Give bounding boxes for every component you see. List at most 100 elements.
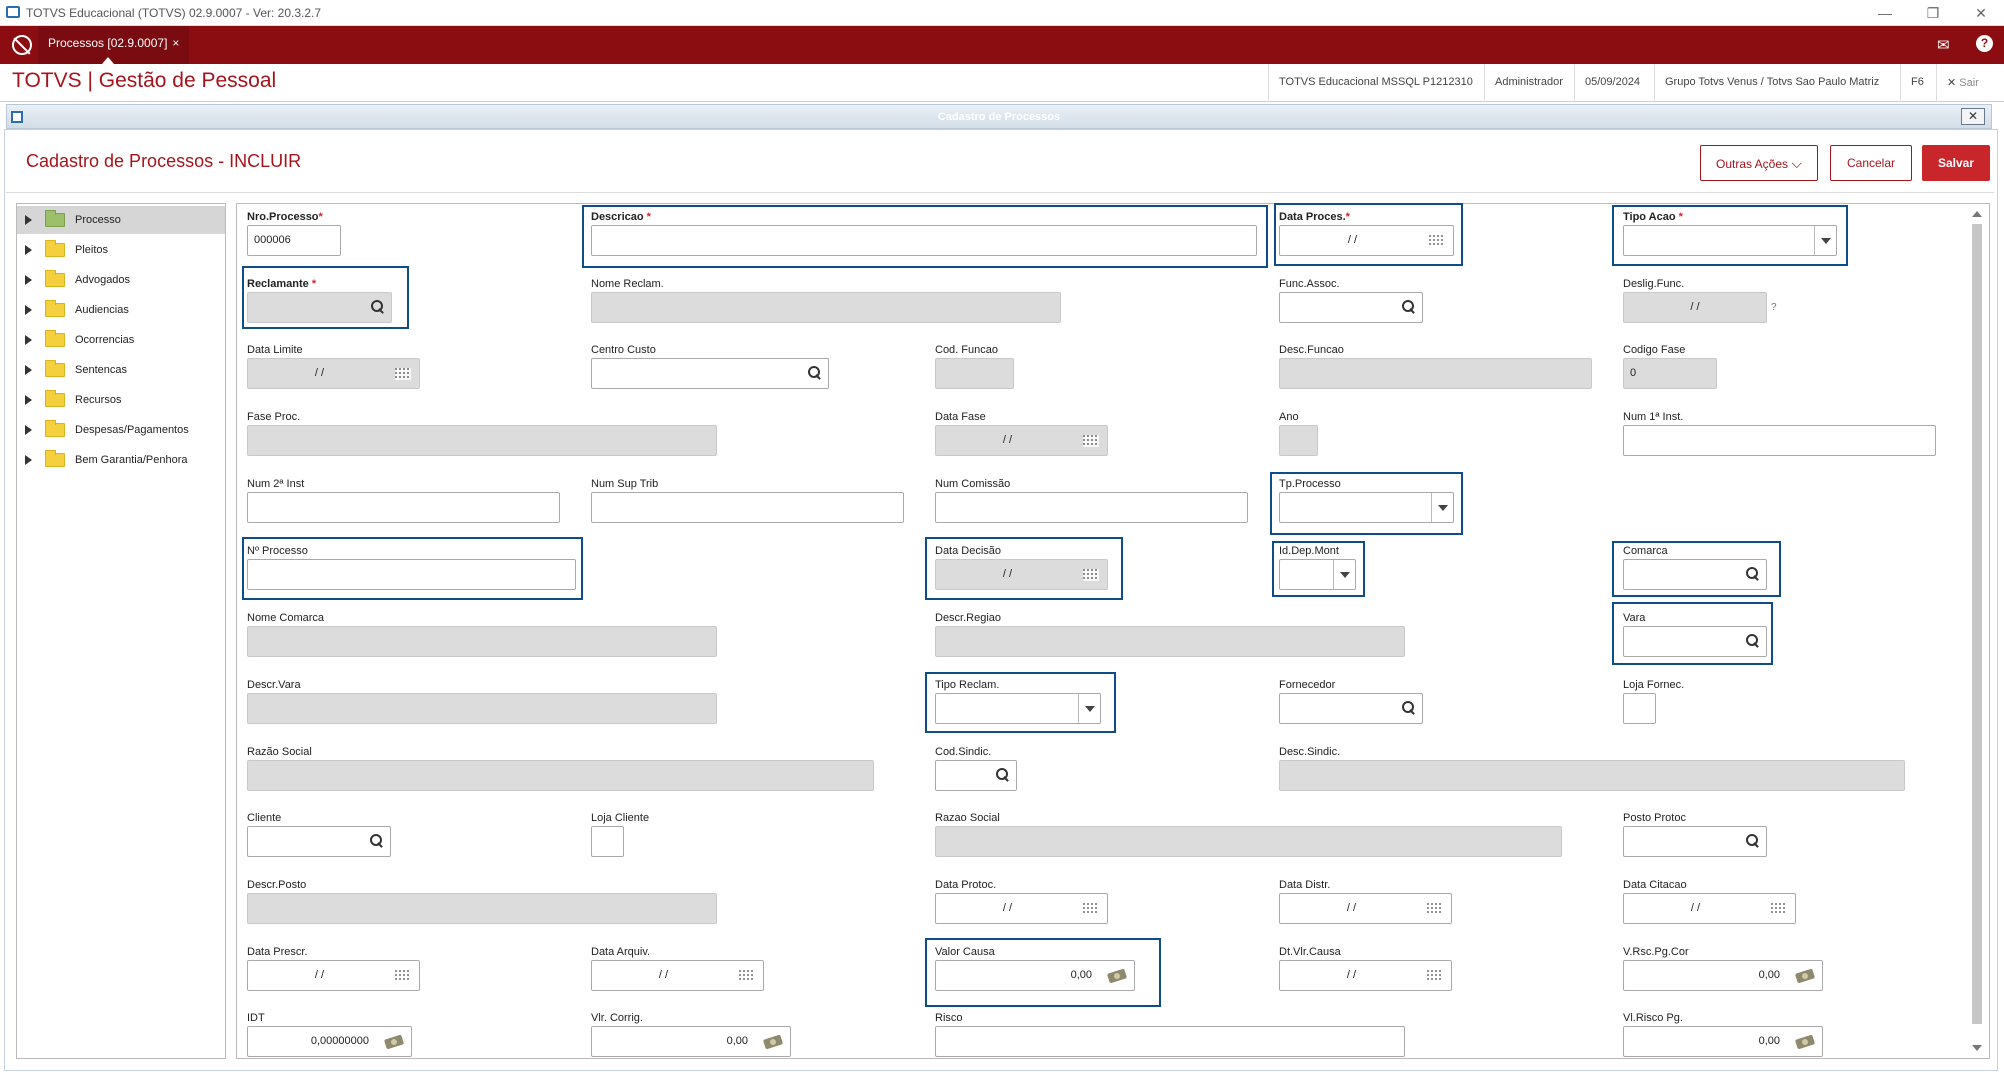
tree-item-ocorrencias[interactable]: Ocorrencias	[17, 326, 225, 354]
money-icon[interactable]	[1794, 968, 1816, 984]
calendar-icon[interactable]	[1083, 435, 1099, 447]
tree-item-bem-garantia[interactable]: Bem Garantia/Penhora	[17, 446, 225, 474]
tree-item-recursos[interactable]: Recursos	[17, 386, 225, 414]
valor-causa-input[interactable]: 0,00	[935, 960, 1135, 991]
expand-arrow-icon[interactable]	[25, 275, 32, 285]
descricao-input[interactable]	[591, 225, 1257, 256]
dropdown-arrow-icon[interactable]	[1078, 694, 1100, 723]
search-icon[interactable]	[1402, 300, 1414, 312]
calendar-icon[interactable]	[395, 368, 411, 380]
search-icon[interactable]	[808, 366, 820, 378]
expand-arrow-icon[interactable]	[25, 365, 32, 375]
money-icon[interactable]	[762, 1034, 784, 1050]
dialog-close-button[interactable]: ✕	[1961, 108, 1985, 125]
calendar-icon[interactable]	[1771, 903, 1787, 915]
expand-arrow-icon[interactable]	[25, 305, 32, 315]
tree-item-processo[interactable]: Processo	[17, 206, 225, 234]
data-distr-input[interactable]: / /	[1279, 893, 1452, 924]
search-icon[interactable]	[1402, 701, 1414, 713]
loja-cliente-input[interactable]	[591, 826, 624, 857]
calendar-icon[interactable]	[1083, 903, 1099, 915]
search-icon[interactable]	[996, 768, 1008, 780]
dropdown-arrow-icon[interactable]	[1431, 493, 1453, 522]
cod-sindic-input[interactable]	[935, 760, 1017, 791]
tree-item-advogados[interactable]: Advogados	[17, 266, 225, 294]
data-limite-input[interactable]: / /	[247, 358, 420, 389]
user-info[interactable]: Administrador	[1484, 64, 1573, 102]
search-icon[interactable]	[370, 834, 382, 846]
search-icon[interactable]	[1746, 834, 1758, 846]
search-icon[interactable]	[1746, 634, 1758, 646]
data-protoc-input[interactable]: / /	[935, 893, 1108, 924]
expand-arrow-icon[interactable]	[25, 215, 32, 225]
posto-protoc-input[interactable]	[1623, 826, 1767, 857]
close-window-button[interactable]: ✕	[1966, 3, 1996, 23]
data-decisao-input[interactable]: / /	[935, 559, 1108, 590]
id-dep-mont-select[interactable]	[1279, 559, 1356, 590]
totvs-logo-icon[interactable]	[12, 35, 32, 55]
idt-input[interactable]: 0,00000000	[247, 1026, 412, 1057]
outras-acoes-button[interactable]: Outras Ações ⌵	[1700, 145, 1818, 181]
tipo-acao-select[interactable]	[1623, 225, 1837, 256]
expand-arrow-icon[interactable]	[25, 245, 32, 255]
data-arquiv-input[interactable]: / /	[591, 960, 764, 991]
exit-button[interactable]: ✕ Sair	[1936, 64, 2004, 102]
num-comissao-input[interactable]	[935, 492, 1248, 523]
scroll-thumb[interactable]	[1972, 224, 1982, 1024]
tree-item-despesas[interactable]: Despesas/Pagamentos	[17, 416, 225, 444]
money-icon[interactable]	[383, 1034, 405, 1050]
v-rsc-pg-cor-input[interactable]: 0,00	[1623, 960, 1823, 991]
tree-item-sentencas[interactable]: Sentencas	[17, 356, 225, 384]
loja-fornec-input[interactable]	[1623, 693, 1656, 724]
help-icon[interactable]: ?	[1976, 35, 1993, 52]
data-prescr-input[interactable]: / /	[247, 960, 420, 991]
comarca-input[interactable]	[1623, 559, 1767, 590]
num-2-inst-input[interactable]	[247, 492, 560, 523]
money-icon[interactable]	[1794, 1034, 1816, 1050]
scroll-up-icon[interactable]	[1972, 211, 1982, 217]
tab-processos[interactable]: Processos [02.9.0007] ×	[38, 26, 190, 64]
data-proces-input[interactable]: / /	[1279, 225, 1454, 256]
calendar-icon[interactable]	[1083, 569, 1099, 581]
vara-input[interactable]	[1623, 626, 1767, 657]
calendar-icon[interactable]	[739, 970, 755, 982]
search-icon[interactable]	[371, 300, 383, 312]
expand-arrow-icon[interactable]	[25, 395, 32, 405]
data-fase-input[interactable]: / /	[935, 425, 1108, 456]
cancel-button[interactable]: Cancelar	[1830, 145, 1912, 181]
restore-button[interactable]: ❐	[1918, 3, 1948, 23]
expand-arrow-icon[interactable]	[25, 335, 32, 345]
date-info[interactable]: 05/09/2024	[1574, 64, 1650, 102]
environment-info[interactable]: TOTVS Educacional MSSQL P1212310	[1268, 64, 1483, 102]
dt-vlr-causa-input[interactable]: / /	[1279, 960, 1452, 991]
form-scrollbar[interactable]	[1968, 206, 1986, 1056]
calendar-icon[interactable]	[1427, 970, 1443, 982]
vl-risco-pg-input[interactable]: 0,00	[1623, 1026, 1823, 1057]
dropdown-arrow-icon[interactable]	[1333, 560, 1355, 589]
dropdown-arrow-icon[interactable]	[1814, 226, 1836, 255]
help-icon[interactable]: ?	[1771, 302, 1777, 313]
tree-item-audiencias[interactable]: Audiencias	[17, 296, 225, 324]
reclamante-input[interactable]	[247, 292, 392, 323]
centro-custo-input[interactable]	[591, 358, 829, 389]
num-1-inst-input[interactable]	[1623, 425, 1936, 456]
vlr-corrig-input[interactable]: 0,00	[591, 1026, 791, 1057]
nro-processo-input[interactable]: 000006	[247, 225, 341, 256]
fornecedor-input[interactable]	[1279, 693, 1423, 724]
calendar-icon[interactable]	[1427, 903, 1443, 915]
tree-item-pleitos[interactable]: Pleitos	[17, 236, 225, 264]
tp-processo-select[interactable]	[1279, 492, 1454, 523]
minimize-button[interactable]: —	[1870, 3, 1900, 23]
calendar-icon[interactable]	[395, 970, 411, 982]
n-processo-input[interactable]	[247, 559, 576, 590]
company-info[interactable]: Grupo Totvs Venus / Totvs Sao Paulo Matr…	[1654, 64, 1889, 102]
num-sup-trib-input[interactable]	[591, 492, 904, 523]
save-button[interactable]: Salvar	[1922, 145, 1990, 181]
scroll-down-icon[interactable]	[1972, 1045, 1982, 1051]
data-citacao-input[interactable]: / /	[1623, 893, 1796, 924]
money-icon[interactable]	[1106, 968, 1128, 984]
expand-arrow-icon[interactable]	[25, 455, 32, 465]
mail-icon[interactable]: ✉	[1937, 36, 1950, 54]
cliente-input[interactable]	[247, 826, 391, 857]
expand-arrow-icon[interactable]	[25, 425, 32, 435]
